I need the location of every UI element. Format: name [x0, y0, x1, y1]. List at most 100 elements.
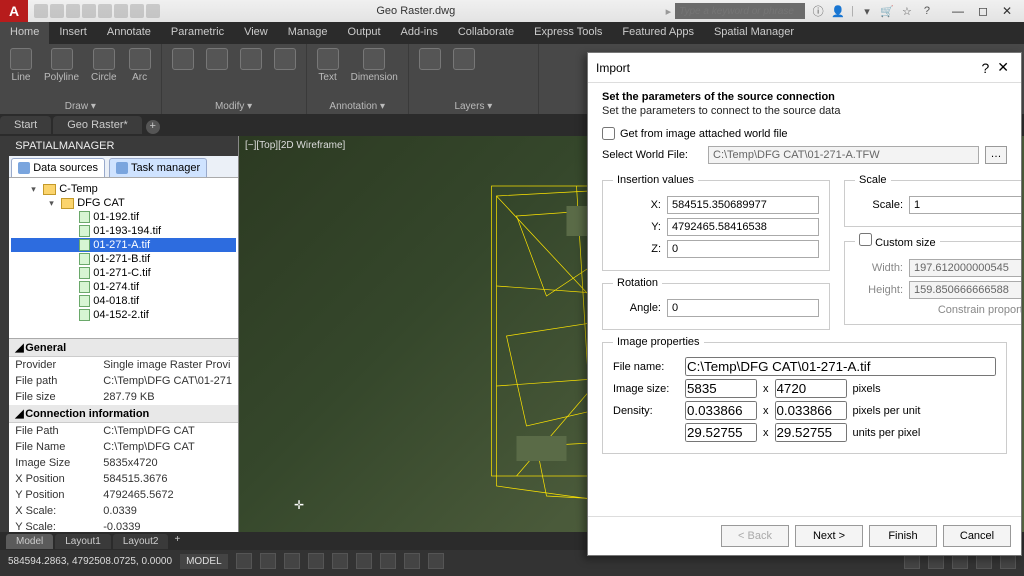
layers-tool[interactable]	[419, 48, 441, 70]
props-header[interactable]: ◢General	[9, 339, 238, 357]
ribbon-tab-annotate[interactable]: Annotate	[97, 22, 161, 44]
text-tool[interactable]: Text	[317, 48, 339, 83]
status-toggle[interactable]	[332, 553, 348, 569]
customsize-checkbox[interactable]	[859, 233, 872, 246]
status-toggle[interactable]	[308, 553, 324, 569]
cart-icon[interactable]: 🛒	[880, 4, 894, 18]
tree-node[interactable]: ▾C-Temp	[11, 182, 236, 196]
ucs-icon[interactable]: ✛	[294, 498, 304, 512]
palette-grip[interactable]	[0, 136, 9, 532]
layout-tab[interactable]: Layout1	[55, 534, 111, 549]
layout-tab[interactable]: Model	[6, 534, 53, 549]
tree-node[interactable]: 04-018.tif	[11, 294, 236, 308]
tree-node[interactable]: ▾DFG CAT	[11, 196, 236, 210]
scale-input[interactable]	[909, 196, 1021, 214]
layout-tab[interactable]: Layout2	[113, 534, 169, 549]
size-w	[685, 379, 757, 398]
next-button[interactable]: Next >	[795, 525, 863, 547]
taskmgr-icon	[116, 162, 128, 174]
ribbon-tab-manage[interactable]: Manage	[278, 22, 338, 44]
modify-tool[interactable]	[172, 48, 194, 70]
tab-task-manager[interactable]: Task manager	[109, 158, 207, 177]
doc-tab[interactable]: Start	[0, 116, 51, 134]
browse-button[interactable]: …	[985, 146, 1007, 164]
dimension-tool[interactable]: Dimension	[351, 48, 398, 83]
modify-tool[interactable]	[274, 48, 296, 70]
help-icon[interactable]: ?	[920, 4, 934, 18]
qat-icon[interactable]	[114, 4, 128, 18]
ribbon-group-label[interactable]: Annotation ▾	[317, 99, 398, 112]
modify-tool[interactable]	[240, 48, 262, 70]
status-toggle[interactable]	[404, 553, 420, 569]
y-input[interactable]	[667, 218, 819, 236]
circle-tool[interactable]: Circle	[91, 48, 117, 83]
tree-node[interactable]: 04-152-2.tif	[11, 308, 236, 322]
status-toggle[interactable]	[260, 553, 276, 569]
dialog-help-icon[interactable]: ?	[977, 60, 993, 76]
ribbon-tab-insert[interactable]: Insert	[49, 22, 97, 44]
qat-icon[interactable]	[50, 4, 64, 18]
status-toggle[interactable]	[428, 553, 444, 569]
qat-icon[interactable]	[34, 4, 48, 18]
ribbon-tab-home[interactable]: Home	[0, 22, 49, 44]
finish-button[interactable]: Finish	[869, 525, 937, 547]
ribbon-tab-parametric[interactable]: Parametric	[161, 22, 234, 44]
new-doc-button[interactable]: +	[146, 120, 160, 134]
angle-input[interactable]	[667, 299, 819, 317]
ribbon-tab-add-ins[interactable]: Add-ins	[391, 22, 448, 44]
dialog-title: Import	[596, 61, 977, 75]
ribbon-group-label[interactable]: Modify ▾	[172, 99, 296, 112]
signin-icon[interactable]: 👤	[831, 4, 845, 18]
tree-node[interactable]: 01-192.tif	[11, 210, 236, 224]
dialog-close-icon[interactable]: ✕	[993, 59, 1013, 76]
x-input[interactable]	[667, 196, 819, 214]
add-layout-button[interactable]: +	[170, 534, 184, 548]
density-y	[775, 401, 847, 420]
status-toggle[interactable]	[236, 553, 252, 569]
status-toggle[interactable]	[356, 553, 372, 569]
line-tool[interactable]: Line	[10, 48, 32, 83]
ribbon-tab-express-tools[interactable]: Express Tools	[524, 22, 612, 44]
qat-icon[interactable]	[82, 4, 96, 18]
ribbon-tab-output[interactable]: Output	[338, 22, 391, 44]
layers-tool[interactable]	[453, 48, 475, 70]
cancel-button[interactable]: Cancel	[943, 525, 1011, 547]
qat-icon[interactable]	[98, 4, 112, 18]
ribbon-group-label[interactable]: Layers ▾	[419, 99, 528, 112]
status-toggle[interactable]	[284, 553, 300, 569]
status-toggle[interactable]	[380, 553, 396, 569]
props-header[interactable]: ◢Connection information	[9, 405, 238, 423]
tree-node[interactable]: 01-271-B.tif	[11, 252, 236, 266]
minimize-button[interactable]: —	[952, 4, 964, 18]
ribbon-group-label[interactable]: Draw ▾	[10, 99, 151, 112]
infocenter-icon[interactable]: ⓘ	[811, 4, 825, 18]
width-input	[909, 259, 1021, 277]
tree-node[interactable]: 01-193-194.tif	[11, 224, 236, 238]
close-button[interactable]: ✕	[1002, 4, 1012, 18]
qat-icon[interactable]	[146, 4, 160, 18]
tree-node[interactable]: 01-271-C.tif	[11, 266, 236, 280]
worldfile-checkbox[interactable]	[602, 127, 615, 140]
ribbon-tab-spatial-manager[interactable]: Spatial Manager	[704, 22, 804, 44]
z-input[interactable]	[667, 240, 819, 258]
polyline-tool[interactable]: Polyline	[44, 48, 79, 83]
tab-data-sources[interactable]: Data sources	[11, 158, 105, 177]
arc-tool[interactable]: Arc	[129, 48, 151, 83]
help-search-input[interactable]	[675, 3, 805, 19]
exchange-icon[interactable]: ▾	[860, 4, 874, 18]
qat-icon[interactable]	[130, 4, 144, 18]
ribbon-tab-collaborate[interactable]: Collaborate	[448, 22, 524, 44]
ribbon-tab-featured-apps[interactable]: Featured Apps	[612, 22, 704, 44]
maximize-button[interactable]: ◻	[978, 4, 988, 18]
tree-node[interactable]: 01-274.tif	[11, 280, 236, 294]
star-icon[interactable]: ☆	[900, 4, 914, 18]
doc-tab[interactable]: Geo Raster*+	[53, 116, 142, 134]
ribbon-tab-view[interactable]: View	[234, 22, 278, 44]
status-model[interactable]: MODEL	[180, 554, 228, 569]
tree-node[interactable]: 01-271-A.tif	[11, 238, 236, 252]
file-tree[interactable]: ▾C-Temp▾DFG CAT01-192.tif01-193-194.tif0…	[9, 178, 238, 338]
modify-tool[interactable]	[206, 48, 228, 70]
app-menu-button[interactable]: A	[0, 0, 28, 22]
title-right-icons: ⓘ 👤 | ▾ 🛒 ☆ ?	[805, 4, 940, 18]
qat-icon[interactable]	[66, 4, 80, 18]
